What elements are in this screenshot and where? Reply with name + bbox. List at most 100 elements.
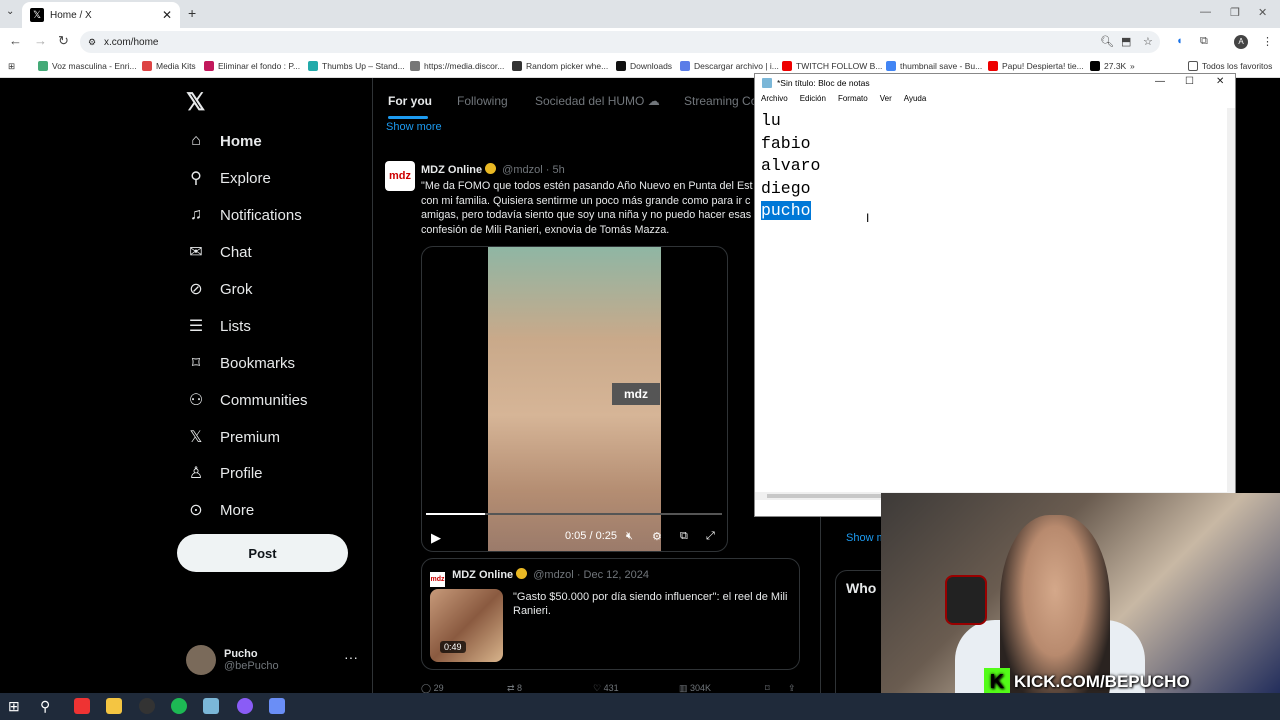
sidebar-item-home[interactable]: ⌂ Home <box>186 131 262 151</box>
extensions-puzzle-icon[interactable]: ⧉ <box>1200 35 1208 48</box>
x-icon: 𝕏 <box>189 429 203 446</box>
tab-list-dropdown-icon[interactable]: ⌄ <box>6 6 14 17</box>
zoom-icon[interactable]: 🔍︎ <box>1100 35 1114 48</box>
forward-icon[interactable]: → <box>34 33 47 48</box>
person-icon: ♙ <box>188 465 204 482</box>
install-icon[interactable]: ⬒ <box>1121 35 1131 48</box>
tab-following[interactable]: Following <box>457 94 508 108</box>
notepad-taskbar-icon[interactable] <box>203 698 219 714</box>
reload-icon[interactable]: ↻ <box>58 33 69 49</box>
tab-for-you[interactable]: For you <box>388 94 432 108</box>
sidebar-item-communities[interactable]: ⚇ Communities <box>186 390 308 410</box>
minimize-icon[interactable]: — <box>1155 76 1165 87</box>
text-line: lu <box>761 111 781 130</box>
text-cursor-icon: I <box>866 211 870 225</box>
play-icon[interactable]: ▶ <box>431 530 441 546</box>
sidebar-item-lists[interactable]: ☰ Lists <box>186 316 251 336</box>
spotify-icon[interactable] <box>171 698 187 714</box>
notepad-window[interactable]: *Sin título: Bloc de notas — ☐ ✕ Archivo… <box>754 73 1236 517</box>
chrome-icon[interactable] <box>74 698 90 714</box>
new-tab-button[interactable]: + <box>188 5 196 21</box>
menu-ver[interactable]: Ver <box>880 94 892 108</box>
bookmark-favicon-icon <box>680 61 690 71</box>
tweet-handle[interactable]: @mdzol <box>502 164 543 176</box>
tweet-author[interactable]: MDZ Online <box>421 164 482 176</box>
minimize-icon[interactable]: — <box>1200 6 1211 18</box>
restore-icon[interactable]: ❐ <box>1230 6 1240 19</box>
back-icon[interactable]: ← <box>9 33 22 48</box>
site-info-icon[interactable]: ⚙ <box>88 37 96 48</box>
tweet-avatar[interactable]: mdz <box>385 161 415 191</box>
bell-icon: ♫ <box>190 206 202 223</box>
vertical-scrollbar[interactable] <box>1227 108 1235 492</box>
maximize-icon[interactable]: ☐ <box>1185 76 1194 87</box>
bookmark-star-icon[interactable]: ☆ <box>1143 35 1153 48</box>
menu-kebab-icon[interactable]: ⋮ <box>1262 35 1273 48</box>
tweet-video[interactable] <box>421 246 728 552</box>
x-logo-icon[interactable]: 𝕏 <box>186 88 205 117</box>
tab-sociedad-del-humo[interactable]: Sociedad del HUMO ☁ <box>535 94 660 108</box>
profile-handle: @bePucho <box>224 660 279 672</box>
obs-icon[interactable] <box>139 698 155 714</box>
bookmark-item[interactable]: Downloads <box>616 61 672 71</box>
browser-tab[interactable]: 𝕏 Home / X ✕ <box>22 2 180 28</box>
kick-overlay: K KICK.COM/BEPUCHO <box>984 668 1190 696</box>
menu-archivo[interactable]: Archivo <box>761 94 788 108</box>
fullscreen-icon[interactable]: ⤢ <box>706 530 715 543</box>
bookmark-item[interactable]: https://media.discor... <box>410 61 504 71</box>
selected-text: pucho <box>761 201 811 221</box>
quoted-handle: @mdzol <box>533 569 574 581</box>
notepad-text-area[interactable]: lu fabio alvaro diego pucho <box>761 110 820 223</box>
text-line: alvaro <box>761 156 821 176</box>
bookmark-item[interactable]: Papu! Despierta! tie... <box>988 61 1084 71</box>
sidebar-item-explore[interactable]: ⚲ Explore <box>186 168 271 188</box>
bookmark-item[interactable]: TWITCH FOLLOW B... <box>782 61 882 71</box>
start-icon[interactable]: ⊞ <box>8 698 24 714</box>
bookmark-item[interactable]: Descargar archivo | i... <box>680 61 779 71</box>
tab-close-icon[interactable]: ✕ <box>162 8 172 22</box>
mute-icon[interactable]: 🔇︎ <box>626 530 633 543</box>
calculator-icon[interactable] <box>269 698 285 714</box>
sidebar-item-more[interactable]: ⊙ More <box>186 500 254 520</box>
sidebar-item-profile[interactable]: ♙ Profile <box>186 463 263 483</box>
kick-logo-icon: K <box>984 668 1010 696</box>
bookmark-icon: ⌑ <box>191 355 201 372</box>
address-bar[interactable]: ⚙ x.com/home <box>80 31 1160 53</box>
extension-icon[interactable]: ◖ <box>1176 35 1183 47</box>
show-more-link[interactable]: Show m <box>846 532 886 544</box>
close-icon[interactable]: ✕ <box>1216 76 1224 87</box>
bookmark-item[interactable]: Eliminar el fondo : P... <box>204 61 300 71</box>
bookmark-item[interactable]: thumbnail save - Bu... <box>886 61 982 71</box>
bookmark-item[interactable]: Random picker whe... <box>512 61 608 71</box>
bookmark-item[interactable]: 27.3K <box>1090 61 1126 71</box>
apps-grid-icon[interactable]: ⊞ <box>8 61 15 72</box>
bookmarks-overflow-icon[interactable]: » <box>1130 61 1135 71</box>
more-dots-icon[interactable]: ··· <box>344 649 358 665</box>
file-explorer-icon[interactable] <box>106 698 122 714</box>
search-icon[interactable]: ⚲ <box>40 698 56 714</box>
menu-formato[interactable]: Formato <box>838 94 868 108</box>
post-button[interactable]: Post <box>177 534 348 572</box>
menu-edicion[interactable]: Edición <box>800 94 826 108</box>
sidebar-item-chat[interactable]: ✉ Chat <box>186 242 251 262</box>
sidebar-item-notifications[interactable]: ♫ Notifications <box>186 205 302 225</box>
account-switcher[interactable]: Pucho @bePucho ··· <box>186 645 358 675</box>
tab-streaming[interactable]: Streaming Co <box>684 94 757 108</box>
bookmark-favicon-icon <box>988 61 998 71</box>
sidebar-item-premium[interactable]: 𝕏 Premium <box>186 427 280 447</box>
menu-ayuda[interactable]: Ayuda <box>904 94 927 108</box>
tweet-time[interactable]: · 5h <box>546 164 565 176</box>
show-more-link[interactable]: Show more <box>386 121 442 133</box>
bookmark-item[interactable]: Voz masculina - Enri... <box>38 61 137 71</box>
close-window-icon[interactable]: ✕ <box>1258 6 1267 19</box>
all-bookmarks-folder[interactable]: Todos los favoritos <box>1188 61 1272 71</box>
picture-in-picture-icon[interactable]: ⧉ <box>680 530 688 543</box>
bookmark-item[interactable]: Media Kits <box>142 61 196 71</box>
sidebar-item-grok[interactable]: ⊘ Grok <box>186 279 252 299</box>
bookmark-item[interactable]: Thumbs Up – Stand... <box>308 61 405 71</box>
profile-avatar-icon[interactable]: A <box>1234 35 1248 49</box>
discord-icon[interactable] <box>237 698 253 714</box>
settings-icon[interactable]: ⚙ <box>652 530 662 543</box>
verified-badge-icon <box>485 163 497 174</box>
sidebar-item-bookmarks[interactable]: ⌑ Bookmarks <box>186 353 295 373</box>
